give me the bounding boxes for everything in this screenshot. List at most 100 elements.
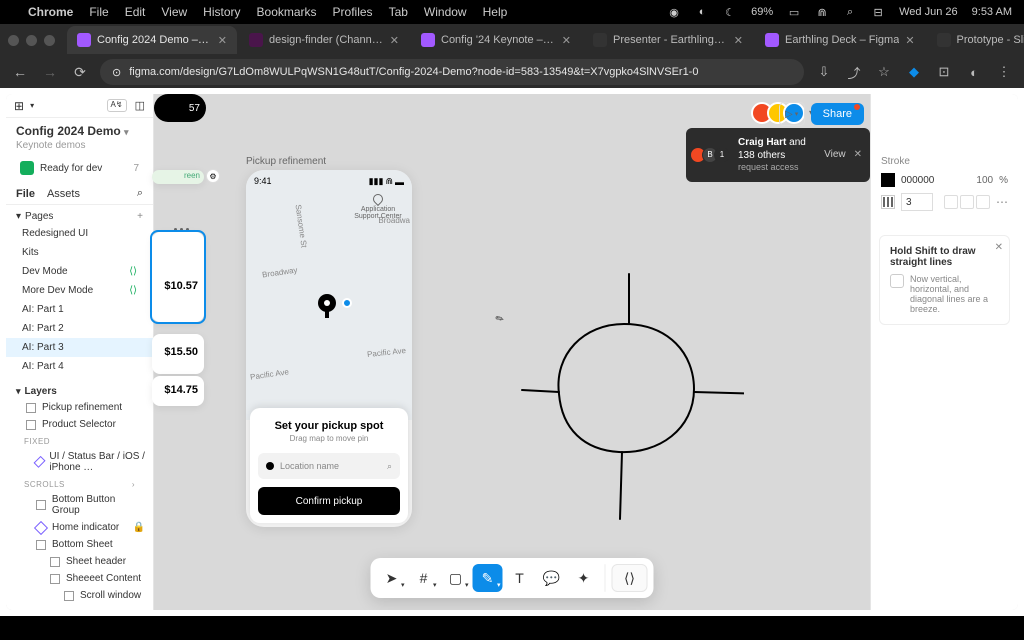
layer-item[interactable]: Sheet header (6, 553, 153, 570)
page-item[interactable]: AI: Part 4 (6, 357, 153, 376)
close-icon[interactable]: ✕ (562, 34, 571, 47)
lock-icon[interactable]: 🔒 (133, 522, 145, 533)
menubar-date[interactable]: Wed Jun 26 (899, 6, 958, 18)
stroke-weight-input[interactable]: 3 (901, 193, 933, 211)
menu-file[interactable]: File (89, 5, 108, 19)
tab-inactive[interactable]: Earthling Deck – Figma ✕ (755, 26, 925, 54)
confirm-button[interactable]: Confirm pickup (258, 487, 400, 515)
page-item-selected[interactable]: AI: Part 3 (6, 338, 153, 357)
pen-tool[interactable]: ✎▾ (473, 564, 503, 592)
search-icon[interactable]: ⌕ (843, 5, 857, 19)
dnd-icon[interactable]: ☾ (723, 5, 737, 19)
menu-edit[interactable]: Edit (125, 5, 146, 19)
address-bar[interactable]: ⊙ figma.com/design/G7LdOm8WULPqWSN1G48ut… (100, 59, 804, 85)
layer-item[interactable]: Sheeeet Content (6, 570, 153, 587)
layer-item[interactable]: UI / Status Bar / iOS / iPhone … (6, 448, 153, 476)
add-page-icon[interactable]: + (137, 211, 143, 222)
menu-profiles[interactable]: Profiles (333, 5, 373, 19)
bookmark-icon[interactable]: ☆ (874, 62, 894, 82)
tab-assets[interactable]: Assets (47, 188, 80, 200)
traffic-lights[interactable] (8, 35, 55, 46)
more-icon[interactable]: ⋯ (996, 195, 1008, 209)
file-title[interactable]: Config 2024 Demo ▾ (6, 118, 153, 140)
stroke-color-row[interactable]: 000000 100 % (881, 173, 1008, 187)
forward-button[interactable]: → (40, 62, 60, 82)
page-item[interactable]: More Dev Mode⟨⟩ (6, 281, 153, 300)
close-icon[interactable]: ✕ (995, 242, 1003, 253)
shape-tool[interactable]: ▢▾ (441, 564, 471, 592)
search-icon[interactable]: ⌕ (387, 461, 392, 472)
page-item[interactable]: Kits (6, 243, 153, 262)
install-icon[interactable]: ⇩ (814, 62, 834, 82)
present-button[interactable]: ▷▾ (779, 102, 805, 126)
partial-frame[interactable]: $15.50 (152, 334, 204, 374)
move-tool[interactable]: ➤▾ (377, 564, 407, 592)
tab-file[interactable]: File (16, 188, 35, 200)
page-item[interactable]: AI: Part 1 (6, 300, 153, 319)
app-name[interactable]: Chrome (28, 5, 73, 19)
partial-frame[interactable]: reen ⚙ (152, 170, 204, 184)
frame-label[interactable]: Pickup refinement (246, 156, 326, 167)
pickup-frame[interactable]: 9:41 ▮▮▮ ⋒ ▬ Application Support Center … (246, 170, 412, 527)
stroke-side-segments[interactable] (944, 195, 990, 209)
chevron-down-icon[interactable]: ▾ (30, 101, 34, 110)
location-input[interactable]: Location name ⌕ (258, 453, 400, 479)
layer-item[interactable]: Bottom Sheet (6, 536, 153, 553)
dev-mode-toggle[interactable]: ⟨⟩ (612, 564, 648, 592)
figma-menu-icon[interactable]: ⊞ (14, 99, 24, 113)
page-item[interactable]: Redesigned UI (6, 224, 153, 243)
pages-header[interactable]: ▾Pages + (6, 205, 153, 224)
tab-inactive[interactable]: Presenter - Earthling Deck -… ✕ (583, 26, 753, 54)
layer-item[interactable]: Home indicator🔒 (6, 519, 153, 536)
page-item[interactable]: AI: Part 2 (6, 319, 153, 338)
frame-tool[interactable]: #▾ (409, 564, 439, 592)
tab-inactive[interactable]: design-finder (Channel) - U… ✕ (239, 26, 409, 54)
color-swatch[interactable] (881, 173, 895, 187)
text-tool[interactable]: T (505, 564, 535, 592)
record-icon[interactable]: ◉ (667, 5, 681, 19)
profile-icon[interactable]: ◐ (964, 62, 984, 82)
share-icon[interactable]: ⤴ (844, 62, 864, 82)
project-name[interactable]: Keynote demos (6, 140, 153, 157)
menu-bookmarks[interactable]: Bookmarks (257, 5, 317, 19)
partial-button[interactable]: 57 (154, 94, 206, 122)
ready-for-dev[interactable]: Ready for dev 7 (16, 157, 143, 179)
extensions-icon[interactable]: ⊡ (934, 62, 954, 82)
color-hex[interactable]: 000000 (901, 175, 970, 186)
reload-button[interactable]: ⟳ (70, 62, 90, 82)
back-button[interactable]: ← (10, 62, 30, 82)
stroke-align-icon[interactable] (881, 195, 895, 209)
menu-help[interactable]: Help (483, 5, 508, 19)
comment-tool[interactable]: 💬 (537, 564, 567, 592)
menu-icon[interactable]: ⋮ (994, 62, 1014, 82)
layer-item[interactable]: Bottom Button Group (6, 491, 153, 519)
panel-toggle-icon[interactable]: ◫ (135, 99, 145, 112)
layer-item[interactable]: Pickup refinement (6, 399, 153, 416)
settings-icon[interactable]: ⚙ (206, 169, 220, 183)
close-icon[interactable]: ✕ (734, 34, 743, 47)
close-icon[interactable]: ✕ (390, 34, 399, 47)
control-center-icon[interactable]: ⊟ (871, 5, 885, 19)
pencil-drawing[interactable] (484, 224, 744, 524)
partial-frame-selected[interactable]: $10.57 (152, 232, 204, 322)
opacity-value[interactable]: 100 (976, 175, 993, 186)
menu-view[interactable]: View (161, 5, 187, 19)
tab-active[interactable]: Config 2024 Demo – Figma ✕ (67, 26, 237, 54)
ext-icon[interactable]: ◆ (904, 62, 924, 82)
menu-window[interactable]: Window (424, 5, 467, 19)
menubar-time[interactable]: 9:53 AM (972, 6, 1012, 18)
partial-frame[interactable]: $14.75 (152, 376, 204, 406)
menu-history[interactable]: History (203, 5, 240, 19)
layer-item[interactable]: Product Selector (6, 416, 153, 433)
layers-header[interactable]: ▾Layers (6, 380, 153, 399)
site-info-icon[interactable]: ⊙ (112, 66, 121, 79)
tab-inactive[interactable]: Prototype - Slides prototype ✕ (927, 26, 1024, 54)
search-icon[interactable]: ⌕ (137, 187, 143, 200)
toast-view-button[interactable]: View (824, 149, 846, 160)
close-icon[interactable]: ✕ (854, 149, 862, 160)
canvas[interactable]: reen ⚙ $10.57 $15.50 $14.75 57 Pickup re… (154, 94, 870, 610)
ai-badge[interactable]: A↯ (107, 99, 127, 112)
menu-tab[interactable]: Tab (389, 5, 408, 19)
page-item[interactable]: Dev Mode⟨⟩ (6, 262, 153, 281)
tab-inactive[interactable]: Config '24 Keynote – Figma ✕ (411, 26, 581, 54)
